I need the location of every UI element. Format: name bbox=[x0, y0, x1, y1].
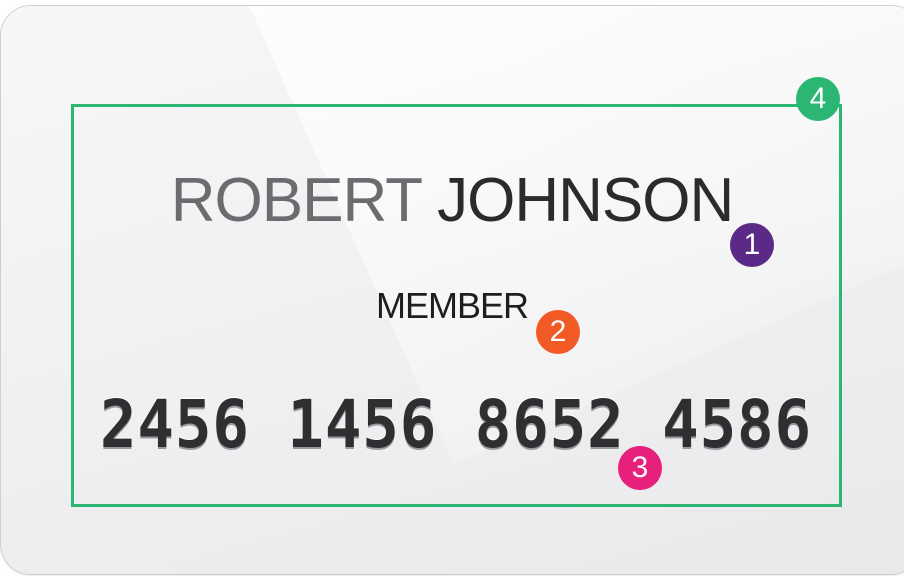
cardholder-last-name: JOHNSON bbox=[437, 166, 734, 235]
callout-badge-2: 2 bbox=[536, 310, 580, 354]
illustration-stage: ROBERT JOHNSON MEMBER 2456 1456 8652 458… bbox=[0, 0, 904, 576]
cardholder-name: ROBERT JOHNSON bbox=[0, 170, 904, 232]
card-number: 2456 1456 8652 4586 bbox=[99, 386, 813, 463]
callout-badge-1: 1 bbox=[730, 223, 774, 267]
cardholder-first-name: ROBERT bbox=[170, 166, 422, 235]
callout-badge-4: 4 bbox=[796, 77, 840, 121]
cardholder-role: MEMBER bbox=[375, 285, 529, 326]
callout-badge-3: 3 bbox=[618, 446, 662, 490]
